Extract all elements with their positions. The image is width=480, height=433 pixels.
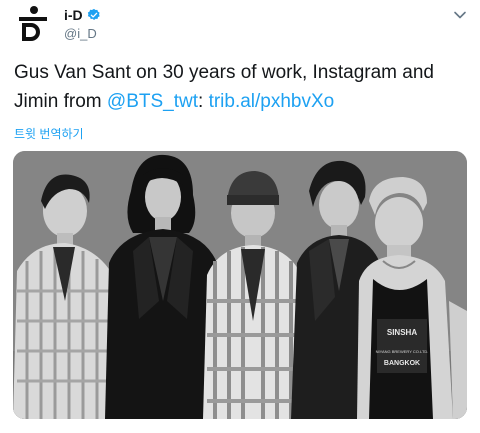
- shirt-print-line3: BANGKOK: [384, 360, 420, 367]
- tweet-colon: :: [198, 91, 204, 112]
- shirt-print-line2: NIYANG BREWERY CO.LTD.: [376, 349, 429, 354]
- tweet-header: i-D @i_D: [0, 0, 480, 48]
- avatar[interactable]: [14, 4, 50, 42]
- tweet-photo[interactable]: SINSHA NIYANG BREWERY CO.LTD. BANGKOK: [13, 151, 467, 419]
- article-link[interactable]: trib.al/pxhbvXo: [209, 91, 335, 112]
- shirt-print-line1: SINSHA: [387, 328, 417, 337]
- mention-link[interactable]: @BTS_twt: [107, 91, 198, 112]
- group-photo-illustration: SINSHA NIYANG BREWERY CO.LTD. BANGKOK: [13, 151, 467, 419]
- chevron-down-icon[interactable]: [453, 8, 467, 22]
- verified-badge-icon: [87, 8, 100, 20]
- user-handle[interactable]: @i_D: [64, 26, 97, 41]
- tweet-text: Gus Van Sant on 30 years of work, Instag…: [14, 58, 470, 116]
- display-name[interactable]: i-D: [64, 7, 83, 23]
- translate-tweet-link[interactable]: 트윗 번역하기: [14, 125, 84, 142]
- i-d-logo-icon: [19, 6, 47, 42]
